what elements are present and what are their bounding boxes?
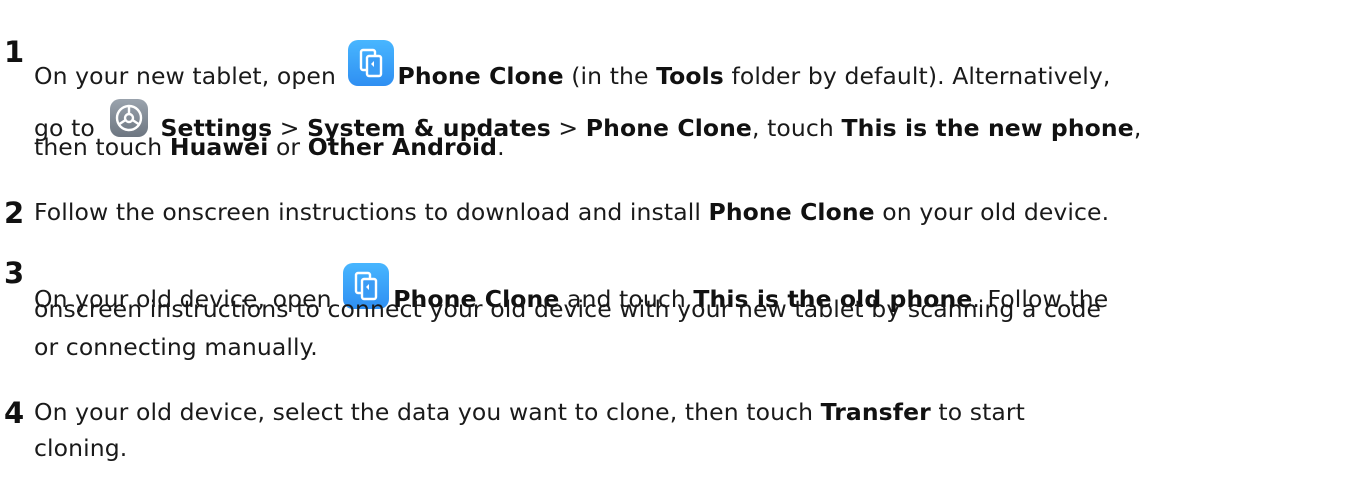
text: then touch bbox=[34, 133, 170, 161]
text: , touch bbox=[751, 114, 842, 142]
text: or connecting manually. bbox=[34, 333, 318, 361]
step-3-line-3: or connecting manually. bbox=[34, 333, 318, 361]
option-name: This is the new phone bbox=[841, 114, 1134, 142]
app-name: Phone Clone bbox=[397, 62, 564, 90]
text: Follow the onscreen instructions to down… bbox=[34, 198, 709, 226]
folder-name: Tools bbox=[656, 62, 724, 90]
text: , bbox=[1133, 114, 1142, 142]
app-name: Phone Clone bbox=[708, 198, 875, 226]
text: cloning. bbox=[34, 434, 128, 462]
phone-clone-icon bbox=[347, 40, 394, 86]
step-4-line-1: On your old device, select the data you … bbox=[34, 398, 1025, 426]
step-2-line-1: Follow the onscreen instructions to down… bbox=[34, 198, 1110, 226]
text: onscreen instructions to connect your ol… bbox=[34, 295, 1102, 323]
text: . bbox=[497, 133, 505, 161]
text: (in the bbox=[563, 62, 657, 90]
text: > bbox=[550, 114, 586, 142]
option-name: Other Android bbox=[307, 133, 498, 161]
button-name: Transfer bbox=[820, 398, 931, 426]
step-3-line-2: onscreen instructions to connect your ol… bbox=[34, 295, 1102, 323]
step-number: 2 bbox=[4, 196, 25, 230]
option-name: Huawei bbox=[169, 133, 269, 161]
text: On your new tablet, open bbox=[34, 62, 344, 90]
text: or bbox=[268, 133, 308, 161]
text: folder by default). Alternatively, bbox=[723, 62, 1111, 90]
menu-path-item: Phone Clone bbox=[585, 114, 752, 142]
text: to start bbox=[930, 398, 1025, 426]
step-number: 4 bbox=[4, 396, 25, 430]
settings-icon bbox=[110, 99, 149, 137]
step-number: 3 bbox=[4, 256, 25, 290]
step-number: 1 bbox=[4, 35, 25, 69]
step-4-line-2: cloning. bbox=[34, 434, 128, 462]
step-1-line-1: On your new tablet, open Phone Clone (in… bbox=[34, 38, 1111, 89]
step-1-line-3: then touch Huawei or Other Android. bbox=[34, 133, 505, 161]
text: on your old device. bbox=[874, 198, 1110, 226]
text: On your old device, select the data you … bbox=[34, 398, 821, 426]
